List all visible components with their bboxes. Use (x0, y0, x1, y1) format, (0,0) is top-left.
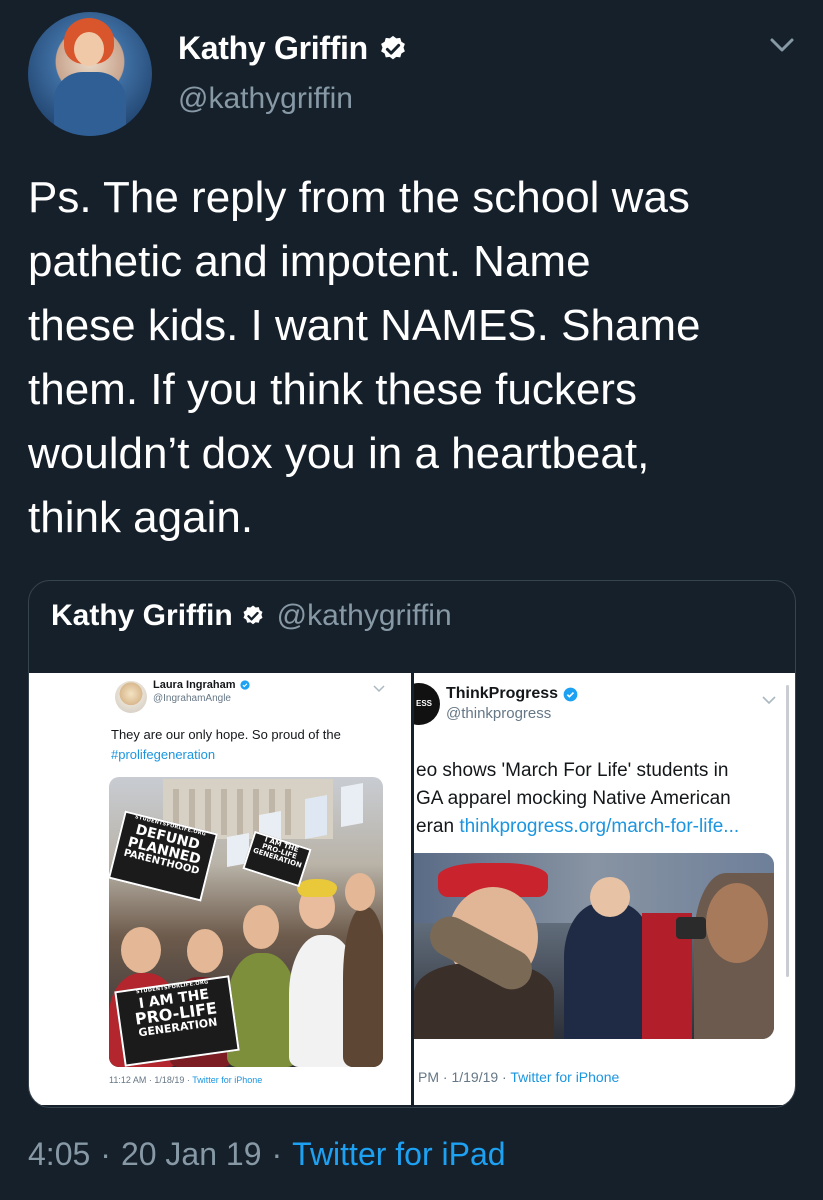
chevron-down-icon (762, 696, 776, 705)
author-name[interactable]: Kathy Griffin (178, 30, 368, 67)
rally-photo: STUDENTSFORLIFE.ORG DEFUND PLANNED PAREN… (109, 777, 383, 1067)
embedded-author-name: Laura Ingraham (153, 679, 250, 691)
embedded-avatar: ESS (414, 683, 440, 725)
protest-sign-small: I AM THE PRO-LIFE GENERATION (242, 830, 312, 888)
author-name-row[interactable]: Kathy Griffin (178, 30, 408, 67)
embedded-author-handle: @thinkprogress (446, 705, 552, 722)
students-photo (414, 853, 774, 1039)
separator: · (100, 1136, 111, 1172)
tweet-source[interactable]: Twitter for iPad (292, 1136, 505, 1173)
camera (676, 917, 706, 939)
quoted-author-name: Kathy Griffin (51, 599, 233, 632)
student-face (590, 877, 630, 917)
embedded-source: Twitter for iPhone (510, 1069, 620, 1085)
embedded-timestamp: 11:12 AM · 1/18/19 · (109, 1075, 190, 1085)
verified-badge-icon (243, 605, 263, 625)
embedded-tweet-text: They are our only hope. So proud of the … (111, 725, 341, 765)
embedded-source: Twitter for iPhone (192, 1075, 263, 1085)
embedded-text-line: GA apparel mocking Native American (416, 788, 731, 809)
embedded-footer: 11:12 AM · 1/18/19 · Twitter for iPhone (109, 1075, 262, 1085)
quoted-tweet[interactable]: Kathy Griffin @kathygriffin Laura Ingrah… (28, 580, 796, 1108)
flag (341, 783, 363, 827)
person (343, 907, 383, 1067)
person-head (121, 927, 161, 973)
scrollbar (786, 685, 789, 977)
protest-sign-pro-life: STUDENTSFORLIFE.ORG I AM THE PRO-LIFE GE… (114, 975, 240, 1067)
verified-badge-icon (563, 687, 578, 701)
verified-badge-icon (239, 680, 250, 690)
embedded-text-line: eo shows 'March For Life' students in (416, 760, 729, 781)
embedded-text-line: eran thinkprogress.org/march-for-life... (416, 816, 740, 837)
embedded-avatar (115, 681, 147, 713)
profile-avatar[interactable] (28, 12, 152, 136)
chevron-down-icon (373, 685, 385, 693)
person-head (187, 929, 223, 973)
student-body (564, 903, 654, 1039)
embedded-name-text: ThinkProgress (446, 685, 559, 702)
embedded-timestamp: PM · 1/19/19 · (418, 1069, 507, 1085)
flag (305, 795, 327, 839)
embedded-author-name: ThinkProgress (446, 685, 578, 703)
quoted-tweet-header: Kathy Griffin @kathygriffin (51, 599, 452, 633)
tweet-metadata: 4:05 · 20 Jan 19 · Twitter for iPad (28, 1136, 506, 1173)
verified-badge-icon (381, 35, 405, 59)
tweet-text: Ps. The reply from the school was pathet… (28, 173, 701, 542)
embedded-hashtag: #prolifegeneration (111, 747, 216, 762)
embedded-tweet-text: eo shows 'March For Life' students in GA… (416, 757, 776, 841)
avatar-face (74, 32, 104, 66)
elder-face (706, 883, 768, 963)
person-head (243, 905, 279, 949)
author-handle[interactable]: @kathygriffin (178, 82, 353, 116)
quoted-author-handle: @kathygriffin (276, 599, 452, 632)
embedded-name-text: Laura Ingraham (153, 679, 236, 691)
tweet-time[interactable]: 4:05 (28, 1136, 90, 1173)
embedded-text-line: They are our only hope. So proud of the (111, 727, 341, 742)
embedded-footer: PM · 1/19/19 · Twitter for iPhone (418, 1069, 619, 1085)
separator: · (271, 1136, 283, 1172)
avatar-text: ESS (416, 699, 433, 708)
person-head (345, 873, 375, 911)
embedded-link: thinkprogress.org/march-for-life... (459, 816, 740, 837)
chevron-down-icon[interactable] (768, 34, 796, 56)
tweet-date[interactable]: 20 Jan 19 (121, 1136, 262, 1173)
embedded-author-handle: @IngrahamAngle (153, 693, 231, 704)
quoted-image-right[interactable]: ESS ThinkProgress @thinkprogress eo show… (414, 673, 795, 1105)
quoted-image-left[interactable]: Laura Ingraham @IngrahamAngle They are o… (29, 673, 411, 1105)
beanie (297, 879, 337, 897)
avatar-body (54, 72, 126, 136)
